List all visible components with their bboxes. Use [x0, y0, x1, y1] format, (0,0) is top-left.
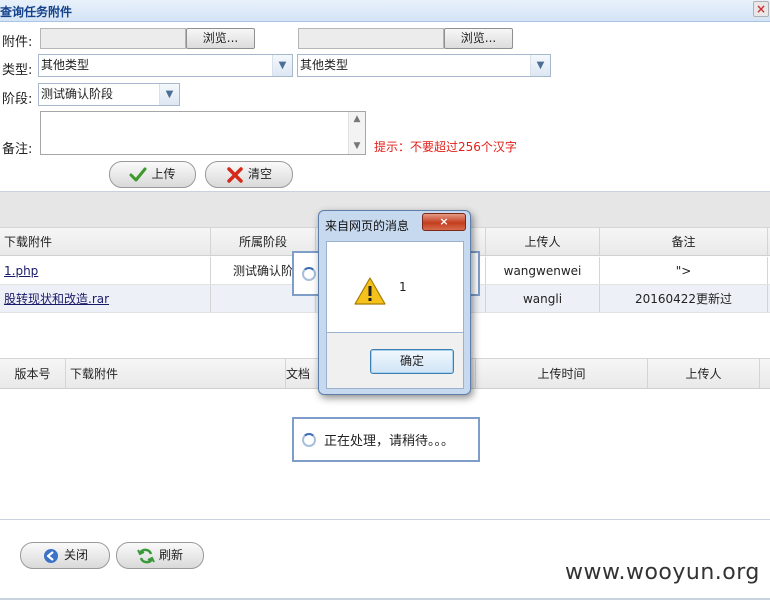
stage-select-value: 测试确认阶段	[41, 87, 114, 101]
dialog-close-icon[interactable]: ×	[422, 213, 466, 231]
column-header[interactable]: 版本号	[0, 359, 66, 388]
dialog-title: 来自网页的消息	[325, 219, 410, 233]
column-header[interactable]: 上传人	[648, 359, 760, 388]
type-select-2[interactable]: 其他类型 ▼	[297, 54, 551, 77]
type-select-1-value: 其他类型	[41, 58, 90, 72]
table-cell: 股转现状和改造.rar	[0, 285, 211, 312]
window-titlebar: 查询任务附件 ×	[0, 0, 770, 22]
type-select-1[interactable]: 其他类型 ▼	[38, 54, 293, 77]
refresh-button[interactable]: 刷新	[116, 542, 204, 569]
chevron-down-icon: ▼	[159, 84, 179, 105]
alert-dialog[interactable]: 来自网页的消息 × 1 确定	[318, 210, 471, 395]
column-header[interactable]: 下载附件	[0, 228, 211, 255]
red-x-icon	[227, 166, 243, 183]
upload-button[interactable]: 上传	[109, 161, 196, 188]
upload-button-label: 上传	[151, 167, 176, 181]
bottom-divider	[0, 598, 770, 600]
watermark: www.wooyun.org	[565, 560, 760, 585]
table-cell: 1.php	[0, 257, 211, 284]
checkmark-icon	[129, 167, 147, 181]
remark-textarea[interactable]: ▲ ▼	[40, 111, 366, 155]
loading-box: 正在处理，请稍待。。。	[292, 417, 480, 462]
browse-button-2[interactable]: 浏览...	[444, 28, 513, 49]
clear-button[interactable]: 清空	[205, 161, 293, 188]
spinner-icon	[302, 432, 316, 447]
loading-text: 正在处理，请稍待。。。	[324, 434, 455, 449]
table-cell: 20160422更新过	[600, 285, 768, 312]
close-icon[interactable]: ×	[753, 1, 769, 17]
attachment-label: 附件:	[2, 35, 33, 50]
refresh-icon	[137, 548, 155, 563]
dialog-body: 1	[326, 241, 464, 333]
clear-button-label: 清空	[247, 167, 272, 181]
dialog-footer: 确定	[326, 333, 464, 389]
file-path-input-2[interactable]	[298, 28, 444, 49]
type-label: 类型:	[2, 63, 33, 78]
refresh-button-label: 刷新	[158, 548, 183, 562]
column-header[interactable]: 备注	[600, 228, 768, 255]
dialog-message: 1	[399, 280, 407, 294]
ok-button[interactable]: 确定	[370, 349, 454, 374]
type-select-2-value: 其他类型	[300, 58, 349, 72]
attachment-link[interactable]: 股转现状和改造.rar	[4, 290, 109, 307]
column-header[interactable]: 上传时间	[476, 359, 648, 388]
stage-select[interactable]: 测试确认阶段 ▼	[38, 83, 180, 106]
chevron-down-icon: ▼	[272, 55, 292, 76]
table-cell: wangli	[486, 285, 600, 312]
chevron-down-icon: ▼	[530, 55, 550, 76]
spinner-icon	[302, 266, 316, 281]
scroll-down-icon[interactable]: ▼	[349, 139, 365, 154]
close-button[interactable]: 关闭	[20, 542, 110, 569]
remark-hint: 提示：不要超过256个汉字	[374, 140, 517, 154]
scroll-up-icon[interactable]: ▲	[349, 112, 365, 127]
file-path-input-1[interactable]	[40, 28, 186, 49]
table-cell: ">	[600, 257, 768, 284]
window-title: 查询任务附件	[0, 5, 73, 19]
browse-button-1[interactable]: 浏览...	[186, 28, 255, 49]
column-header[interactable]: 下载附件	[66, 359, 286, 388]
divider	[0, 519, 770, 520]
warning-icon	[354, 277, 386, 305]
column-header[interactable]: 上传人	[486, 228, 600, 255]
remark-label: 备注:	[2, 142, 33, 157]
table-cell: wangwenwei	[486, 257, 600, 284]
stage-label: 阶段:	[2, 92, 33, 107]
remark-scrollbar[interactable]: ▲ ▼	[348, 112, 365, 154]
back-arrow-icon	[43, 548, 58, 563]
attachment-link[interactable]: 1.php	[4, 264, 38, 278]
close-button-label: 关闭	[63, 548, 88, 562]
